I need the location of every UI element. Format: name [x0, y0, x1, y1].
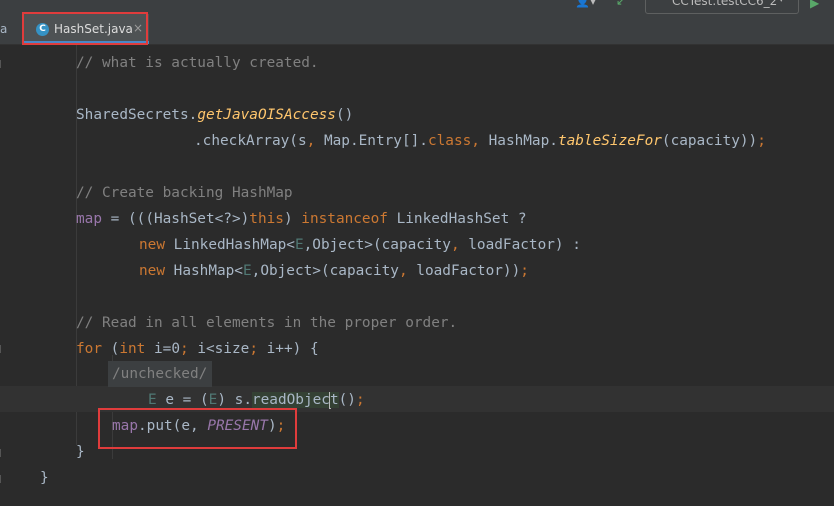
build-icon[interactable]: ↙ [616, 0, 626, 8]
read-object-call: readObjec [251, 392, 330, 408]
code-comment: // Create backing HashMap [76, 185, 293, 201]
user-icon[interactable]: 👤▾ [575, 0, 596, 8]
run-icon[interactable]: ▶ [810, 0, 819, 10]
code-line: /unchecked/ [0, 361, 207, 387]
code-line: .checkArray(s, Map.Entry[].class, HashMa… [194, 133, 766, 149]
code-line: // Create backing HashMap [0, 180, 293, 206]
code-line: } [76, 444, 85, 460]
code-comment: // Read in all elements in the proper or… [76, 315, 458, 331]
tab-previous-file[interactable]: a [0, 22, 7, 36]
code-line: } [40, 470, 49, 486]
chevron-down-icon[interactable]: ▾ [779, 0, 784, 5]
code-line: // Read in all elements in the proper or… [0, 310, 457, 336]
tab-annotation-box [22, 12, 148, 45]
code-line: for (int i=0; i<size; i++) { [76, 341, 319, 357]
code-line: map = (((HashSet<?>)this) instanceof Lin… [76, 211, 527, 227]
read-object-call: t [329, 392, 339, 408]
code-line: // what is actually created. [0, 50, 319, 76]
code-line: new HashMap<E,Object>(capacity, loadFact… [139, 263, 529, 279]
code-line: SharedSecrets.getJavaOISAccess() [76, 107, 354, 123]
code-line: new LinkedHashMap<E,Object>(capacity, lo… [139, 237, 581, 253]
run-configuration-label: CCTest.testCC6_2 [672, 0, 778, 8]
code-annotation-box [98, 408, 297, 449]
code-comment: // what is actually created. [76, 55, 319, 71]
inspection-hint[interactable]: /unchecked/ [112, 366, 207, 382]
